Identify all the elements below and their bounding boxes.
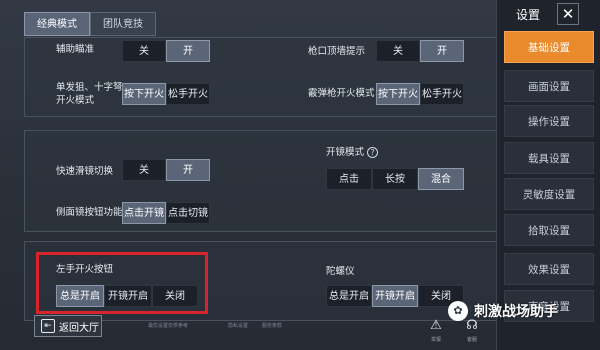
tab-team-deathmatch[interactable]: 团队竞技: [90, 12, 156, 36]
shotgun-fire-label: 霰弹枪开火模式: [308, 88, 375, 99]
back-to-lobby-button[interactable]: ⇤ 返回大厅: [34, 315, 102, 337]
wechat-logo-icon: ✿: [448, 301, 468, 321]
shotgun-fire-press-option[interactable]: 按下开火: [376, 83, 420, 105]
muzzle-hint-toggle: 关 开: [376, 40, 464, 62]
shotgun-fire-release-option[interactable]: 松手开火: [420, 83, 464, 105]
single-fire-label-line1: 单发狙、十字弩: [56, 82, 123, 93]
quick-scope-off-option[interactable]: 关: [122, 159, 166, 181]
muzzle-hint-on-option[interactable]: 开: [420, 40, 464, 62]
quick-scope-label: 快速滑镜切换: [56, 166, 114, 177]
single-fire-press-option[interactable]: 按下开火: [122, 83, 166, 105]
muzzle-hint-off-option[interactable]: 关: [376, 40, 420, 62]
report-label: 举报: [431, 337, 442, 343]
mode-tabs: 经典模式 团队竞技: [24, 12, 156, 36]
quick-scope-on-option[interactable]: 开: [166, 159, 210, 181]
scope-mode-mixed-option[interactable]: 混合: [418, 168, 464, 190]
watermark: ✿ 刺激战场助手: [448, 300, 558, 322]
sidebar-item-sensitivity[interactable]: 灵敏度设置: [504, 178, 594, 210]
shotgun-fire-mode-selector: 按下开火 松手开火: [376, 83, 464, 105]
close-icon[interactable]: ✕: [557, 3, 579, 25]
aim-assist-off-option[interactable]: 关: [122, 40, 166, 62]
scope-mode-hold-option[interactable]: 长按: [372, 168, 418, 190]
back-to-lobby-label: 返回大厅: [59, 322, 99, 334]
footer-privacy-link[interactable]: 隐私设置: [228, 322, 248, 329]
scope-mode-selector: 点击 长按 混合: [326, 168, 464, 190]
tab-classic[interactable]: 经典模式: [24, 12, 90, 36]
gyro-selector: 总是开启 开镜开启 关闭: [326, 285, 464, 307]
single-fire-mode-selector: 按下开火 松手开火: [122, 83, 210, 105]
sidebar-item-basic[interactable]: 基础设置: [504, 31, 594, 63]
aim-assist-toggle: 关 开: [122, 40, 210, 62]
scope-mode-label: 开镜模式: [326, 147, 365, 158]
highlight-box: [36, 252, 208, 314]
exit-icon: ⇤: [41, 319, 55, 333]
side-scope-selector: 点击开镜 点击切镜: [122, 202, 210, 224]
gyro-always-option[interactable]: 总是开启: [326, 285, 372, 307]
sidebar-item-graphics[interactable]: 画面设置: [504, 70, 594, 102]
aim-assist-on-option[interactable]: 开: [166, 40, 210, 62]
sidebar-item-controls[interactable]: 操作设置: [504, 105, 594, 137]
gyro-label: 陀螺仪: [326, 266, 355, 277]
muzzle-hint-label: 枪口顶墙提示: [308, 46, 366, 57]
sidebar-item-pickup[interactable]: 拾取设置: [504, 214, 594, 246]
watermark-text: 刺激战场助手: [474, 304, 558, 320]
aim-assist-label: 辅助瞄准: [56, 44, 95, 55]
gyro-scoped-option[interactable]: 开镜开启: [372, 285, 418, 307]
sidebar-item-vehicle[interactable]: 载具设置: [504, 142, 594, 174]
side-scope-open-option[interactable]: 点击开镜: [122, 202, 166, 224]
sidebar-item-effects[interactable]: 效果设置: [504, 253, 594, 285]
side-scope-label: 侧面镜按钮功能: [56, 207, 123, 218]
warning-icon[interactable]: ⚠: [428, 318, 444, 334]
scope-mode-tap-option[interactable]: 点击: [326, 168, 372, 190]
support-label: 客服: [467, 337, 478, 343]
quick-scope-toggle: 关 开: [122, 159, 210, 181]
side-scope-switch-option[interactable]: 点击切镜: [166, 202, 210, 224]
footer-note[interactable]: 最优设置仅供参考: [148, 322, 188, 329]
footer-terms-link[interactable]: 服务条款: [262, 322, 282, 329]
sidebar-title: 设置: [516, 8, 541, 22]
scope-mode-help-icon[interactable]: ?: [367, 147, 378, 158]
single-fire-label-line2: 开火模式: [56, 95, 95, 106]
single-fire-release-option[interactable]: 松手开火: [166, 83, 210, 105]
